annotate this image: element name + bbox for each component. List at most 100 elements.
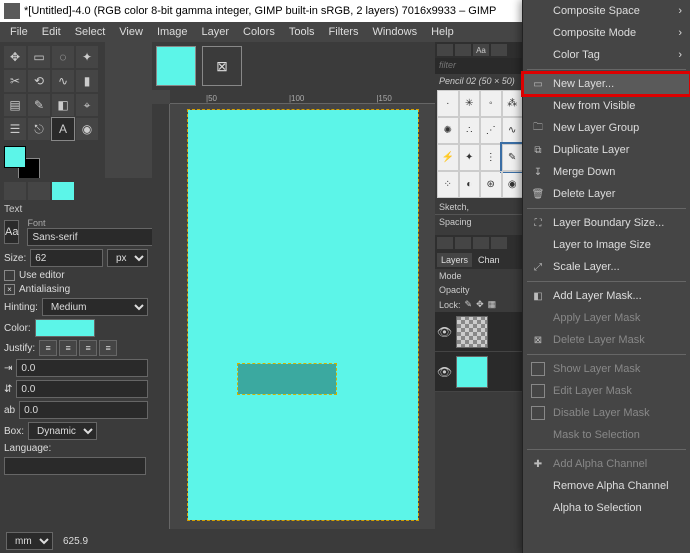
text-color-swatch[interactable] xyxy=(35,319,95,337)
ctx-duplicate-layer[interactable]: ⧉Duplicate Layer xyxy=(523,139,690,161)
dock-tab-brushes[interactable] xyxy=(437,44,453,56)
tool-color-picker[interactable]: ◉ xyxy=(76,118,98,140)
dock-tab-history[interactable] xyxy=(491,44,507,56)
hinting-select[interactable]: Medium xyxy=(42,298,148,316)
brush-item[interactable]: ⊛ xyxy=(480,171,502,198)
tool-free-select[interactable]: ◌ xyxy=(52,46,74,68)
ctx-layer-boundary[interactable]: ⛶Layer Boundary Size... xyxy=(523,212,690,234)
ctx-remove-alpha[interactable]: Remove Alpha Channel xyxy=(523,475,690,497)
tool-brush[interactable]: ✎ xyxy=(28,94,50,116)
lock-position-icon[interactable]: ✥ xyxy=(476,299,484,310)
layer-thumb[interactable] xyxy=(456,316,488,348)
layer-visibility-icon[interactable]: 👁 xyxy=(437,325,452,339)
dock-tab-fonts[interactable]: Aa xyxy=(473,44,489,56)
brush-item[interactable]: ✦ xyxy=(459,144,481,171)
brush-item-selected[interactable]: ✎ xyxy=(502,144,524,171)
tool-transform[interactable]: ⟲ xyxy=(28,70,50,92)
dock-tab[interactable] xyxy=(455,237,471,249)
ctx-delete-layer[interactable]: 🗑Delete Layer xyxy=(523,183,690,205)
brush-item[interactable]: ⋮ xyxy=(480,144,502,171)
letter-spacing-input[interactable] xyxy=(19,401,148,419)
menu-edit[interactable]: Edit xyxy=(36,24,67,40)
opt-tab-2[interactable] xyxy=(28,182,50,200)
indent-input[interactable] xyxy=(16,359,148,377)
menu-help[interactable]: Help xyxy=(425,24,460,40)
fg-color-swatch[interactable] xyxy=(4,146,26,168)
justify-fill[interactable]: ≡ xyxy=(99,340,117,356)
lock-pixels-icon[interactable]: ✎ xyxy=(465,299,473,310)
brush-item[interactable]: ◐ xyxy=(459,171,481,198)
brush-item[interactable]: ⁘ xyxy=(437,171,459,198)
tool-crop[interactable]: ✂ xyxy=(4,70,26,92)
ctx-alpha-to-selection[interactable]: Alpha to Selection xyxy=(523,497,690,519)
tool-fuzzy-select[interactable]: ✦ xyxy=(76,46,98,68)
justify-left[interactable]: ≡ xyxy=(39,340,57,356)
tool-text[interactable]: A xyxy=(52,118,74,140)
text-box-selection[interactable] xyxy=(238,364,336,394)
ctx-color-tag[interactable]: Color Tag xyxy=(523,44,690,66)
zoom-value[interactable]: 625.9 xyxy=(63,536,88,547)
brush-item[interactable]: ⚡ xyxy=(437,144,459,171)
dock-tab-patterns[interactable] xyxy=(455,44,471,56)
filter-input[interactable] xyxy=(439,60,521,70)
tool-bucket[interactable]: ▮ xyxy=(76,70,98,92)
tool-move[interactable]: ✥ xyxy=(4,46,26,68)
ctx-layer-to-image[interactable]: Layer to Image Size xyxy=(523,234,690,256)
layer-row[interactable]: 👁 xyxy=(435,312,525,352)
lock-alpha-icon[interactable]: ▦ xyxy=(488,299,497,310)
tool-warp[interactable]: ∿ xyxy=(52,70,74,92)
dock-tab[interactable] xyxy=(473,237,489,249)
line-spacing-input[interactable] xyxy=(16,380,148,398)
ctx-new-layer[interactable]: ▭New Layer... xyxy=(523,73,690,95)
brush-item[interactable]: ∿ xyxy=(502,117,524,144)
ctx-scale-layer[interactable]: ⤢Scale Layer... xyxy=(523,256,690,278)
layer-thumb[interactable] xyxy=(456,356,488,388)
brush-item[interactable]: ⁂ xyxy=(502,90,524,117)
justify-right[interactable]: ≡ xyxy=(59,340,77,356)
tool-gradient[interactable]: ▤ xyxy=(4,94,26,116)
tool-rect-select[interactable]: ▭ xyxy=(28,46,50,68)
menu-select[interactable]: Select xyxy=(69,24,112,40)
menu-colors[interactable]: Colors xyxy=(237,24,281,40)
language-input[interactable] xyxy=(4,457,146,475)
antialiasing-checkbox[interactable]: × xyxy=(4,284,15,295)
ctx-new-from-visible[interactable]: New from Visible xyxy=(523,95,690,117)
canvas-page[interactable] xyxy=(188,110,418,520)
box-select[interactable]: Dynamic xyxy=(28,422,97,440)
tool-eraser[interactable]: ◧ xyxy=(52,94,74,116)
menu-view[interactable]: View xyxy=(113,24,149,40)
brush-item[interactable]: ✺ xyxy=(437,117,459,144)
tool-clone[interactable]: ⌖ xyxy=(76,94,98,116)
image-tab-1[interactable] xyxy=(156,46,196,86)
size-input[interactable] xyxy=(30,249,103,267)
ctx-merge-down[interactable]: ↧Merge Down xyxy=(523,161,690,183)
menu-windows[interactable]: Windows xyxy=(366,24,423,40)
brush-item[interactable]: ◉ xyxy=(502,171,524,198)
layers-tab[interactable]: Layers xyxy=(437,253,472,267)
ctx-new-layer-group[interactable]: 🗀New Layer Group xyxy=(523,117,690,139)
ctx-composite-space[interactable]: Composite Space xyxy=(523,0,690,22)
ctx-add-layer-mask[interactable]: ◧Add Layer Mask... xyxy=(523,285,690,307)
use-editor-checkbox[interactable] xyxy=(4,270,15,281)
font-input[interactable] xyxy=(27,228,152,246)
font-preview-icon[interactable]: Aa xyxy=(4,220,19,244)
menu-filters[interactable]: Filters xyxy=(323,24,365,40)
menu-layer[interactable]: Layer xyxy=(196,24,236,40)
channels-tab[interactable]: Chan xyxy=(474,253,504,267)
opt-tab-active[interactable] xyxy=(52,182,74,200)
menu-tools[interactable]: Tools xyxy=(283,24,321,40)
unit-select[interactable]: mm xyxy=(6,532,53,550)
brush-item[interactable]: · xyxy=(437,90,459,117)
brush-item[interactable]: ⋰ xyxy=(480,117,502,144)
image-tab-close[interactable]: ⊠ xyxy=(202,46,242,86)
size-unit-select[interactable]: px xyxy=(107,249,148,267)
brush-item[interactable]: ∴ xyxy=(459,117,481,144)
dock-tab[interactable] xyxy=(491,237,507,249)
layer-row[interactable]: 👁 xyxy=(435,352,525,392)
ctx-composite-mode[interactable]: Composite Mode xyxy=(523,22,690,44)
tool-path[interactable]: ⎋ xyxy=(28,118,50,140)
tool-smudge[interactable]: ☰ xyxy=(4,118,26,140)
brush-item[interactable]: ◦ xyxy=(480,90,502,117)
layer-visibility-icon[interactable]: 👁 xyxy=(437,365,452,379)
justify-center[interactable]: ≡ xyxy=(79,340,97,356)
